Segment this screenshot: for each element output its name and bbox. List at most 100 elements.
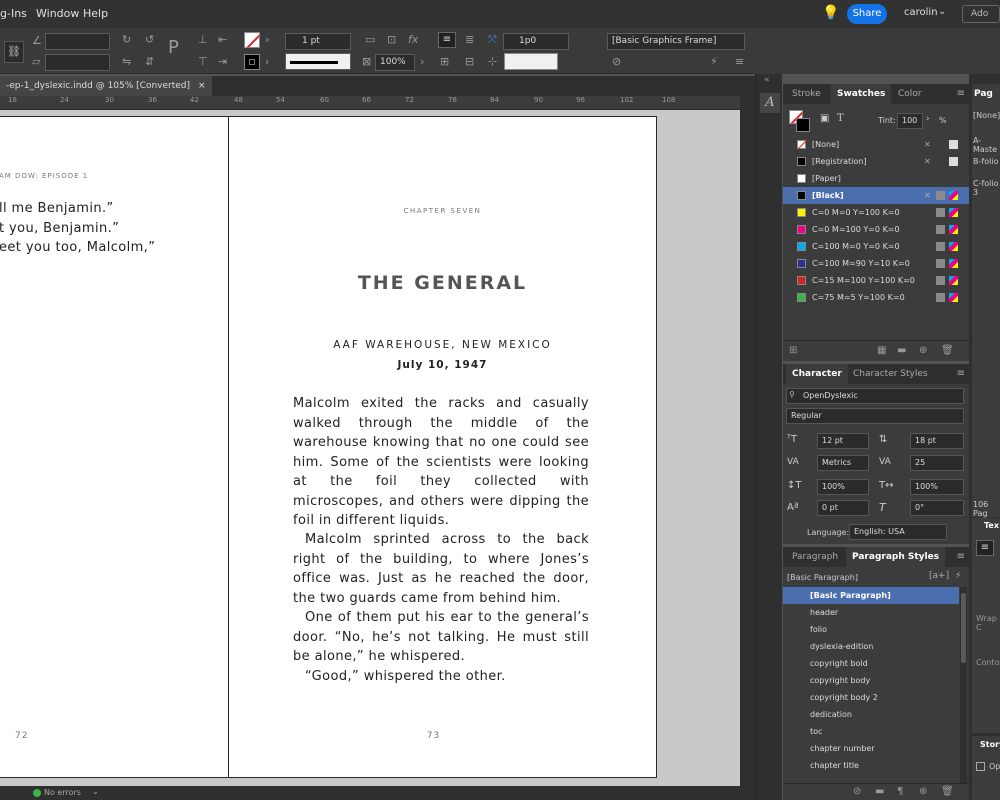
tab-character[interactable]: Character [786, 364, 848, 384]
reference-point-icon[interactable]: ⤧ [488, 33, 497, 47]
menu-plugins[interactable]: g-Ins [0, 7, 27, 20]
trash-icon[interactable]: 🗑 [941, 786, 954, 797]
opacity-field[interactable]: 100% [375, 54, 415, 71]
swatch-row[interactable]: [Black] ✕ [783, 187, 969, 204]
rotate-angle-field[interactable] [45, 33, 110, 50]
auto-fit-icon[interactable]: ⊞ [440, 55, 449, 69]
tab-swatches[interactable]: Swatches [831, 84, 892, 104]
flip-horizontal-icon[interactable]: ⇋ [122, 55, 131, 69]
table-icon[interactable]: ⊟ [465, 55, 474, 69]
baseline-shift-field[interactable]: 0 pt [817, 500, 869, 516]
select-previous-icon[interactable]: ⇤ [218, 33, 227, 47]
chevron-right-icon[interactable]: › [420, 55, 424, 69]
chevron-right-icon[interactable]: › [926, 114, 930, 124]
paragraph-style-item[interactable]: copyright bold [783, 655, 959, 672]
reference-field[interactable]: 1p0 [503, 33, 569, 50]
select-content-icon[interactable]: ⊤ [198, 55, 208, 69]
text-p-icon[interactable]: P [168, 39, 179, 57]
stroke-swatch[interactable] [244, 54, 260, 70]
paragraph-style-item[interactable]: dyslexia-edition [783, 638, 959, 655]
page-master-item[interactable]: A-Maste [973, 136, 1000, 154]
new-style-icon[interactable]: ⊕ [919, 786, 927, 797]
menu-help[interactable]: Help [83, 7, 108, 20]
close-icon[interactable]: × [198, 81, 206, 91]
glyphs-panel-icon[interactable]: A [760, 93, 780, 113]
kerning-field[interactable]: Metrics [817, 455, 869, 471]
share-button[interactable]: Share [847, 4, 887, 24]
preflight-status[interactable]: No errors [44, 788, 81, 797]
horizontal-scale-field[interactable]: 100% [910, 479, 964, 495]
swatch-row[interactable]: C=75 M=5 Y=100 K=0 [783, 289, 969, 306]
left-page[interactable]: AM DOW: EPISODE 1 ll me Benjamin.” t you… [0, 116, 229, 778]
chevron-down-icon[interactable]: ⌄ [92, 787, 99, 796]
horizontal-ruler[interactable]: 18 24 30 36 42 48 54 60 66 72 78 84 90 9… [0, 96, 740, 110]
swatch-row[interactable]: [None] ✕ [783, 136, 969, 153]
optical-margin-checkbox[interactable] [976, 762, 985, 771]
tab-paragraph[interactable]: Paragraph [786, 547, 844, 567]
tab-paragraph-styles[interactable]: Paragraph Styles [846, 547, 946, 567]
style-list-scrollbar[interactable] [960, 587, 967, 783]
vertical-scale-field[interactable]: 100% [817, 479, 869, 495]
paragraph-style-item[interactable]: [Basic Paragraph] [783, 587, 959, 604]
tab-color[interactable]: Color [892, 84, 928, 104]
adobe-stock-search[interactable]: Ado [962, 5, 1000, 23]
swatch-row[interactable]: C=0 M=100 Y=0 K=0 [783, 221, 969, 238]
pasteboard[interactable]: AM DOW: EPISODE 1 ll me Benjamin.” t you… [0, 110, 740, 786]
collapse-arrows-icon[interactable]: « [764, 75, 770, 85]
right-page[interactable]: CHAPTER SEVEN THE GENERAL AAF WAREHOUSE,… [228, 116, 657, 778]
text-wrap-title[interactable]: Tex [984, 521, 999, 530]
constrain-link-icon[interactable]: ⛓ [4, 41, 24, 63]
folder-icon[interactable]: ▬ [897, 345, 906, 356]
effects-fx-icon[interactable]: fx [408, 33, 418, 47]
frame-fitting-icon[interactable]: ▭ [365, 33, 375, 47]
stroke-weight-field[interactable]: 1 pt [285, 33, 351, 50]
swatch-row[interactable]: C=0 M=0 Y=100 K=0 [783, 204, 969, 221]
language-select[interactable]: English: USA [849, 524, 947, 540]
clear-overrides-icon[interactable]: ⊘ [853, 786, 861, 797]
rotate-ccw-icon[interactable]: ↺ [145, 33, 154, 47]
tab-stroke[interactable]: Stroke [786, 84, 827, 104]
paragraph-style-item[interactable]: header [783, 604, 959, 621]
align-lines-icon[interactable]: ≣ [465, 33, 474, 47]
paragraph-style-item[interactable]: chapter title [783, 757, 959, 774]
style-override-icon[interactable]: ¶ [897, 786, 903, 797]
stroke-type-select[interactable] [285, 53, 351, 70]
swatch-row[interactable]: C=100 M=90 Y=10 K=0 [783, 255, 969, 272]
lightbulb-icon[interactable]: 💡 [822, 5, 839, 21]
formatting-container-icon[interactable]: ▣ [820, 113, 829, 124]
formatting-text-icon[interactable]: T [837, 113, 844, 124]
panel-menu-icon[interactable]: ≡ [957, 368, 965, 379]
fit-frame-icon[interactable]: ⊡ [387, 33, 396, 47]
page-master-item[interactable]: [None] [973, 111, 1000, 120]
shear-angle-field[interactable] [45, 54, 110, 71]
swatch-row[interactable]: [Paper] [783, 170, 969, 187]
new-style-icon[interactable]: [a+] [929, 571, 949, 581]
select-container-icon[interactable]: ⊥ [198, 33, 208, 47]
tint-field[interactable]: 100 [897, 113, 923, 129]
align-text-icon[interactable]: ≡ [438, 32, 456, 48]
quick-apply-icon[interactable]: ⚡ [955, 571, 961, 581]
panel-menu-icon[interactable]: ≡ [735, 55, 744, 69]
story-panel-title[interactable]: Story [980, 740, 1000, 749]
skew-field[interactable]: 0° [910, 500, 964, 516]
font-style-select[interactable]: Regular [786, 408, 964, 424]
paragraph-style-item[interactable]: copyright body 2 [783, 689, 959, 706]
tracking-field[interactable]: 25 [910, 455, 964, 471]
font-size-field[interactable]: 12 pt [817, 433, 869, 449]
swatch-row[interactable]: [Registration] ✕ [783, 153, 969, 170]
new-swatch-icon[interactable]: ⊕ [919, 345, 927, 356]
select-next-icon[interactable]: ⇥ [218, 55, 227, 69]
menu-window[interactable]: Window [36, 7, 79, 20]
object-style-select[interactable]: [Basic Graphics Frame] [607, 33, 745, 50]
paragraph-style-item[interactable]: toc [783, 723, 959, 740]
rotate-cw-icon[interactable]: ↻ [122, 33, 131, 47]
user-menu[interactable]: carolin [904, 7, 938, 18]
quick-apply-icon[interactable]: ⚡ [710, 55, 718, 69]
flip-vertical-icon[interactable]: ⇵ [145, 55, 154, 69]
paragraph-style-item[interactable]: copyright body [783, 672, 959, 689]
vertical-scrollbar[interactable] [740, 96, 755, 786]
show-all-swatches-icon[interactable]: ⊞ [789, 345, 797, 356]
fill-swatch[interactable] [244, 32, 260, 48]
leading-field[interactable]: 18 pt [910, 433, 964, 449]
paragraph-style-item[interactable]: dedication [783, 706, 959, 723]
